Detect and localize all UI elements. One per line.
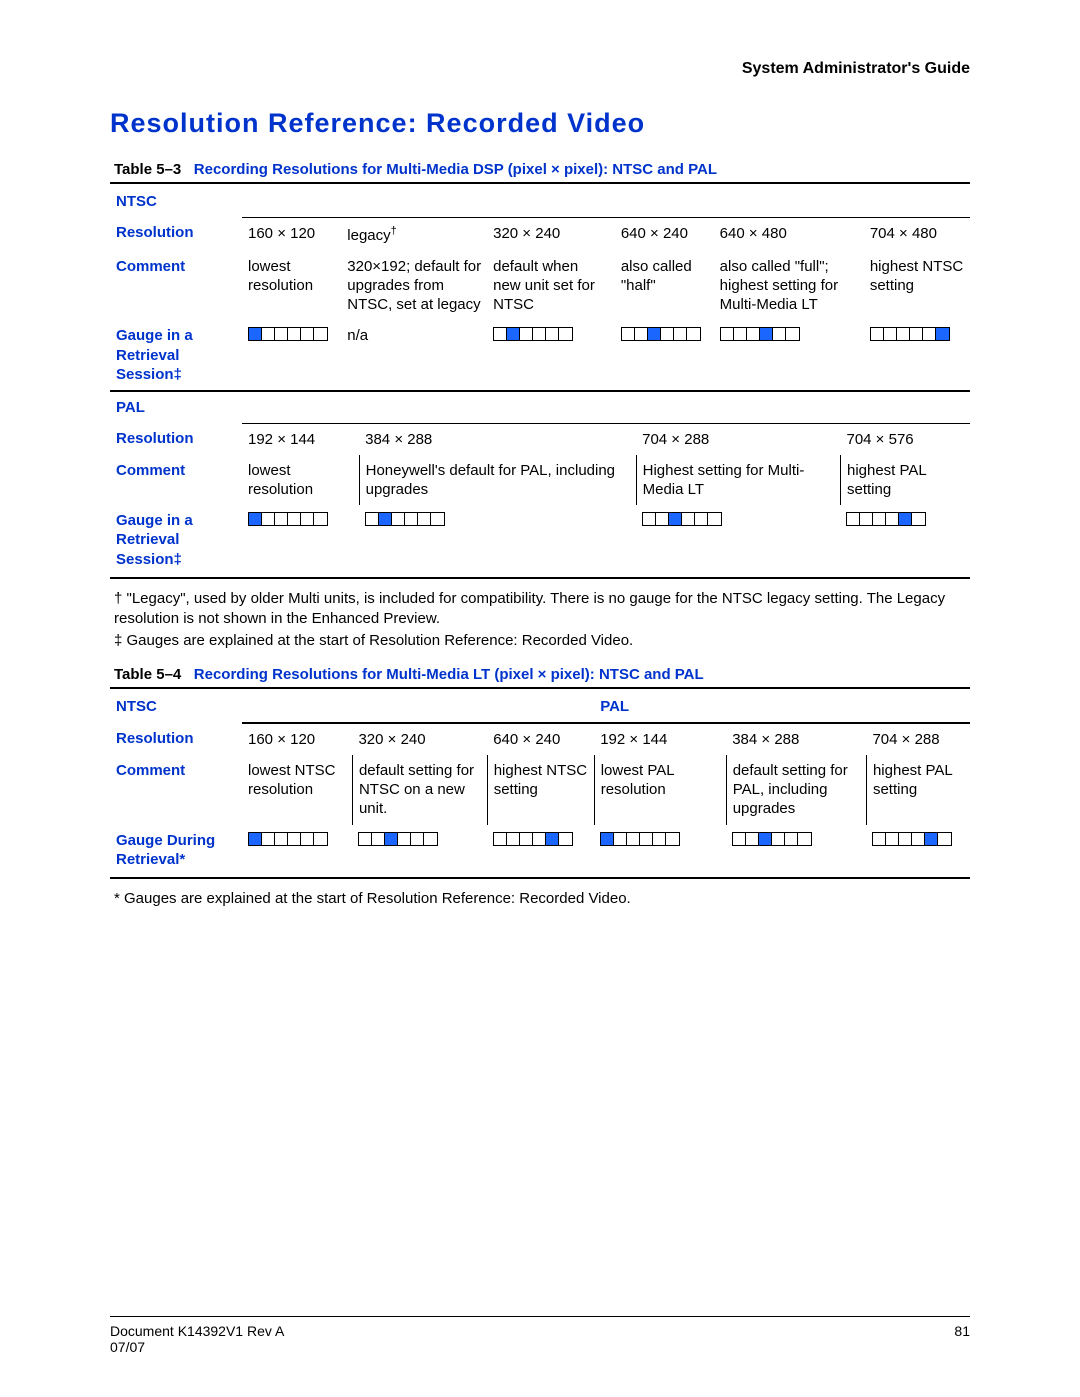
cell: 704 × 288 bbox=[866, 723, 970, 755]
cell: default when new unit set for NTSC bbox=[487, 251, 615, 321]
cell: 320 × 240 bbox=[487, 217, 615, 251]
doc-date: 07/07 bbox=[110, 1339, 284, 1355]
table-5-4-caption: Table 5–4 Recording Resolutions for Mult… bbox=[110, 666, 970, 683]
gauge-cell bbox=[866, 825, 970, 875]
cell: highest NTSC setting bbox=[864, 251, 970, 321]
footnote-double-dagger: ‡ Gauges are explained at the start of R… bbox=[114, 631, 966, 651]
gauge-cell bbox=[487, 825, 594, 875]
cell: also called "half" bbox=[615, 251, 714, 321]
cell: default setting for NTSC on a new unit. bbox=[352, 755, 487, 825]
cell: 160 × 120 bbox=[242, 217, 341, 251]
cell: default setting for PAL, including upgra… bbox=[726, 755, 866, 825]
pal-label: PAL bbox=[110, 391, 242, 423]
caption-left: Table 5–4 bbox=[114, 666, 181, 683]
gauge-cell bbox=[242, 825, 352, 875]
caption-main: Recording Resolutions for Multi-Media DS… bbox=[194, 161, 717, 178]
row-label-resolution: Resolution bbox=[110, 423, 242, 455]
cell: 640 × 240 bbox=[615, 217, 714, 251]
rule bbox=[110, 577, 970, 579]
cell: 704 × 576 bbox=[840, 423, 970, 455]
table-5-4: NTSC PAL Resolution 160 × 120 320 × 240 … bbox=[110, 691, 970, 875]
cell: 320×192; default for upgrades from NTSC,… bbox=[341, 251, 487, 321]
page-footer: Document K14392V1 Rev A 07/07 81 bbox=[110, 1309, 970, 1355]
cell: legacy† bbox=[341, 217, 487, 251]
pal-label: PAL bbox=[594, 691, 726, 723]
ntsc-label: NTSC bbox=[110, 691, 242, 723]
cell: highest PAL setting bbox=[840, 455, 970, 505]
table-5-3-pal: PAL Resolution 192 × 144 384 × 288 704 ×… bbox=[110, 390, 970, 575]
gauge-cell bbox=[242, 505, 359, 575]
row-label-comment: Comment bbox=[110, 455, 242, 505]
cell: 640 × 240 bbox=[487, 723, 594, 755]
gauge-cell bbox=[615, 320, 714, 390]
ntsc-label: NTSC bbox=[110, 186, 242, 217]
footer-rule bbox=[110, 1316, 970, 1317]
page-header-title: System Administrator's Guide bbox=[110, 60, 970, 78]
row-label-comment: Comment bbox=[110, 251, 242, 321]
cell: lowest resolution bbox=[242, 251, 341, 321]
gauge-cell bbox=[487, 320, 615, 390]
doc-id: Document K14392V1 Rev A bbox=[110, 1323, 284, 1339]
cell: 192 × 144 bbox=[594, 723, 726, 755]
cell: 384 × 288 bbox=[359, 423, 636, 455]
gauge-cell bbox=[359, 505, 636, 575]
page-number: 81 bbox=[954, 1323, 970, 1355]
table-5-3-ntsc: NTSC Resolution 160 × 120 legacy† 320 × … bbox=[110, 186, 970, 390]
caption-main: Recording Resolutions for Multi-Media LT… bbox=[194, 666, 704, 683]
gauge-cell bbox=[864, 320, 970, 390]
cell: lowest PAL resolution bbox=[594, 755, 726, 825]
gauge-cell bbox=[242, 320, 341, 390]
row-label-resolution: Resolution bbox=[110, 723, 242, 755]
footnote-dagger: † "Legacy", used by older Multi units, i… bbox=[114, 589, 966, 630]
row-label-gauge: Gauge in a Retrieval Session‡ bbox=[110, 505, 242, 575]
cell: also called "full"; highest setting for … bbox=[714, 251, 864, 321]
cell: 192 × 144 bbox=[242, 423, 359, 455]
cell: 160 × 120 bbox=[242, 723, 352, 755]
cell: 704 × 480 bbox=[864, 217, 970, 251]
row-label-gauge: Gauge During Retrieval* bbox=[110, 825, 242, 875]
row-label-comment: Comment bbox=[110, 755, 242, 825]
cell: 704 × 288 bbox=[636, 423, 840, 455]
rule bbox=[110, 182, 970, 184]
table-5-4-footnotes: * Gauges are explained at the start of R… bbox=[114, 889, 966, 909]
footnote-star: * Gauges are explained at the start of R… bbox=[114, 889, 966, 909]
gauge-cell bbox=[594, 825, 726, 875]
gauge-cell bbox=[840, 505, 970, 575]
row-label-gauge: Gauge in a Retrieval Session‡ bbox=[110, 320, 242, 390]
cell: 384 × 288 bbox=[726, 723, 866, 755]
cell: Honeywell's default for PAL, including u… bbox=[359, 455, 636, 505]
cell: highest NTSC setting bbox=[487, 755, 594, 825]
gauge-cell bbox=[726, 825, 866, 875]
table-5-3-caption: Table 5–3 Recording Resolutions for Mult… bbox=[110, 161, 970, 178]
section-title: Resolution Reference: Recorded Video bbox=[110, 108, 970, 139]
gauge-cell bbox=[636, 505, 840, 575]
gauge-cell bbox=[714, 320, 864, 390]
cell: 640 × 480 bbox=[714, 217, 864, 251]
cell: lowest resolution bbox=[242, 455, 359, 505]
caption-left: Table 5–3 bbox=[114, 161, 181, 178]
gauge-cell: n/a bbox=[341, 320, 487, 390]
row-label-resolution: Resolution bbox=[110, 217, 242, 251]
cell: 320 × 240 bbox=[352, 723, 487, 755]
rule bbox=[110, 877, 970, 879]
gauge-cell bbox=[352, 825, 487, 875]
table-5-3-footnotes: † "Legacy", used by older Multi units, i… bbox=[114, 589, 966, 652]
cell: lowest NTSC resolution bbox=[242, 755, 352, 825]
cell: Highest setting for Multi-Media LT bbox=[636, 455, 840, 505]
rule bbox=[110, 687, 970, 689]
cell: highest PAL setting bbox=[866, 755, 970, 825]
